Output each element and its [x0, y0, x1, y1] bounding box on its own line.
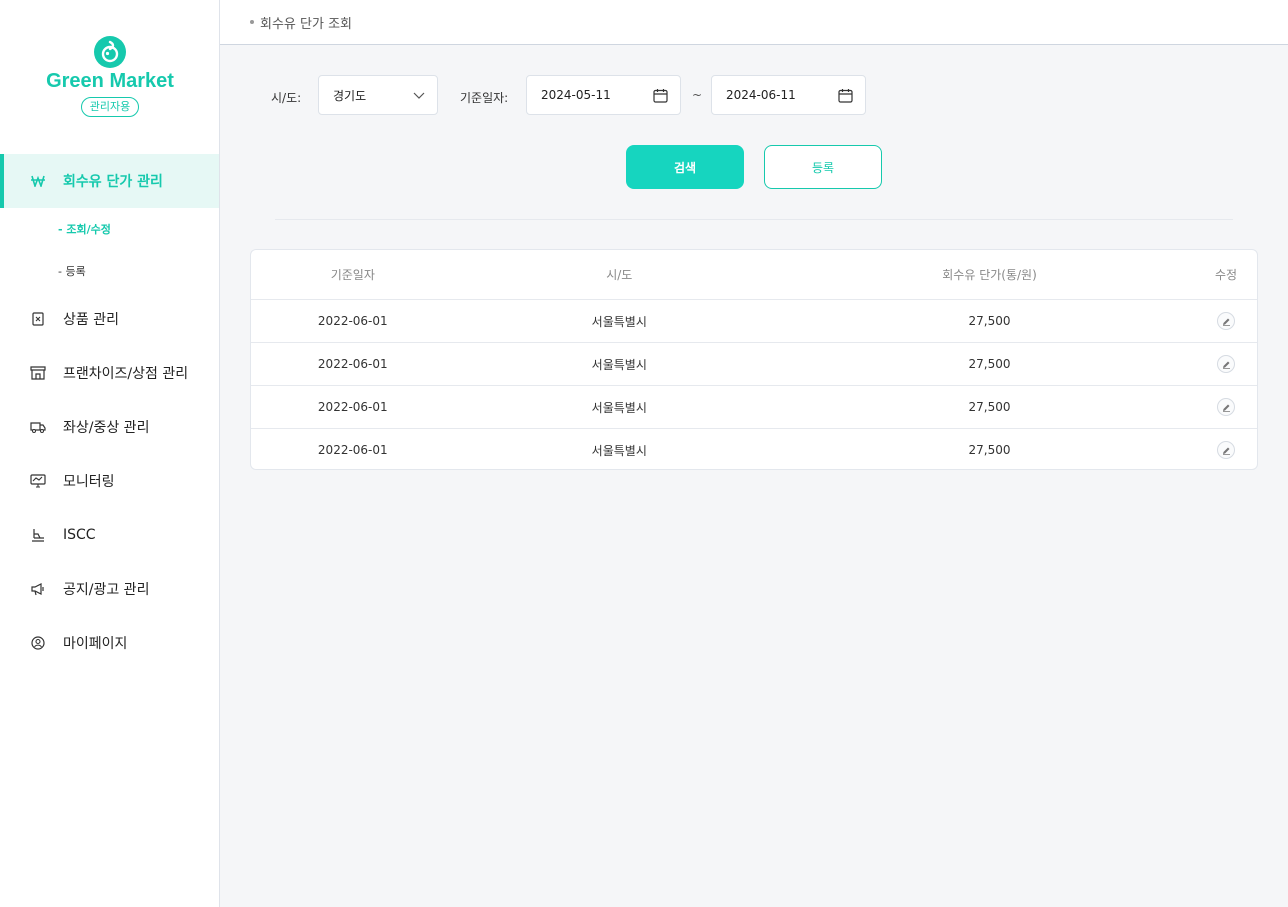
sidebar-sub-item-view-edit[interactable]: - 조회/수정 [0, 208, 219, 250]
sidebar-item-franchise[interactable]: 프랜차이즈/상점 관리 [0, 346, 219, 400]
monitor-chart-icon [30, 473, 46, 489]
bullet-icon [250, 20, 254, 24]
column-header-date: 기준일자 [330, 268, 375, 282]
won-icon [30, 173, 46, 189]
cell-date: 2022-06-01 [317, 400, 388, 414]
table-row: 2022-06-01 서울특별시 27,500 [251, 385, 1257, 428]
calendar-icon[interactable] [838, 88, 853, 106]
chevron-down-icon [413, 89, 425, 104]
brand-name: Green Market [46, 70, 174, 92]
date-label: 기준일자: [460, 91, 509, 105]
sidebar-item-oil-price[interactable]: 회수유 단가 관리 [0, 154, 219, 208]
search-button[interactable]: 검색 [626, 145, 744, 189]
cell-price: 27,500 [968, 314, 1011, 328]
date-from-value: 2024-05-11 [541, 88, 611, 102]
sidebar-item-monitoring[interactable]: 모니터링 [0, 454, 219, 508]
sidebar-item-label: 프랜차이즈/상점 관리 [63, 366, 189, 382]
sidebar-item-dealers[interactable]: 좌상/중상 관리 [0, 400, 219, 454]
sidebar-sub-item-register[interactable]: - 등록 [0, 250, 219, 292]
admin-badge: 관리자용 [80, 97, 140, 117]
cell-price: 27,500 [968, 400, 1011, 414]
green-market-logo-icon [94, 36, 126, 68]
edit-pencil-icon[interactable] [1217, 398, 1236, 416]
sidebar-item-notice-ads[interactable]: 공지/광고 관리 [0, 562, 219, 616]
sidebar-item-mypage[interactable]: 마이페이지 [0, 616, 219, 670]
register-button[interactable]: 등록 [764, 145, 882, 189]
column-header-region: 시/도 [606, 268, 633, 282]
page-title: 회수유 단가 조회 [260, 16, 352, 32]
date-to-value: 2024-06-11 [726, 88, 796, 102]
sidebar-item-label: ISCC [63, 527, 96, 543]
sidebar-item-products[interactable]: 상품 관리 [0, 292, 219, 346]
date-to-input[interactable]: 2024-06-11 [711, 75, 866, 115]
sidebar-item-label: 모니터링 [63, 474, 115, 490]
region-select[interactable]: 경기도 [318, 75, 438, 115]
sidebar: Green Market 관리자용 회수유 단가 관리 - 조회/수정 - 등록… [0, 0, 220, 907]
table-row: 2022-06-01 서울특별시 27,500 [251, 428, 1257, 469]
megaphone-icon [30, 581, 46, 597]
cell-region: 서울특별시 [591, 357, 647, 372]
cell-region: 서울특별시 [591, 443, 647, 458]
cell-region: 서울특별시 [591, 400, 647, 415]
table-row: 2022-06-01 서울특별시 27,500 [251, 299, 1257, 342]
sidebar-item-label: 상품 관리 [63, 312, 119, 328]
date-from-input[interactable]: 2024-05-11 [526, 75, 681, 115]
edit-pencil-icon[interactable] [1217, 355, 1236, 373]
user-circle-icon [30, 635, 46, 651]
sidebar-item-label: 회수유 단가 관리 [63, 174, 163, 190]
sidebar-item-label: 마이페이지 [63, 636, 128, 652]
cell-date: 2022-06-01 [317, 357, 388, 371]
sidebar-nav: 회수유 단가 관리 - 조회/수정 - 등록 상품 관리 프랜차이즈/상점 관리… [0, 154, 219, 670]
region-select-value: 경기도 [333, 88, 367, 103]
cell-date: 2022-06-01 [317, 314, 388, 328]
truck-icon [30, 419, 46, 435]
sidebar-item-iscc[interactable]: ISCC [0, 508, 219, 562]
cell-date: 2022-06-01 [317, 443, 388, 457]
price-table: 기준일자 시/도 회수유 단가(통/원) 수정 2022-06-01 서울특별시… [250, 249, 1258, 470]
region-label: 시/도: [271, 91, 302, 105]
store-icon [30, 365, 46, 381]
certificate-icon [30, 527, 46, 543]
cell-price: 27,500 [968, 443, 1011, 457]
sidebar-item-label: 좌상/중상 관리 [63, 420, 150, 436]
date-range-separator: ~ [692, 88, 703, 102]
column-header-edit: 수정 [1215, 268, 1238, 282]
product-box-icon [30, 311, 46, 327]
table-row: 2022-06-01 서울특별시 27,500 [251, 342, 1257, 385]
column-header-price: 회수유 단가(통/원) [942, 268, 1037, 282]
cell-price: 27,500 [968, 357, 1011, 371]
edit-pencil-icon[interactable] [1217, 312, 1236, 330]
table-header: 기준일자 시/도 회수유 단가(통/원) 수정 [251, 250, 1257, 299]
edit-pencil-icon[interactable] [1217, 441, 1236, 459]
section-divider [275, 219, 1233, 220]
sidebar-item-label: 공지/광고 관리 [63, 582, 150, 598]
calendar-icon[interactable] [653, 88, 668, 106]
brand-logo[interactable]: Green Market 관리자용 [0, 36, 220, 117]
cell-region: 서울특별시 [591, 314, 647, 329]
breadcrumb: 회수유 단가 조회 [220, 0, 1288, 45]
